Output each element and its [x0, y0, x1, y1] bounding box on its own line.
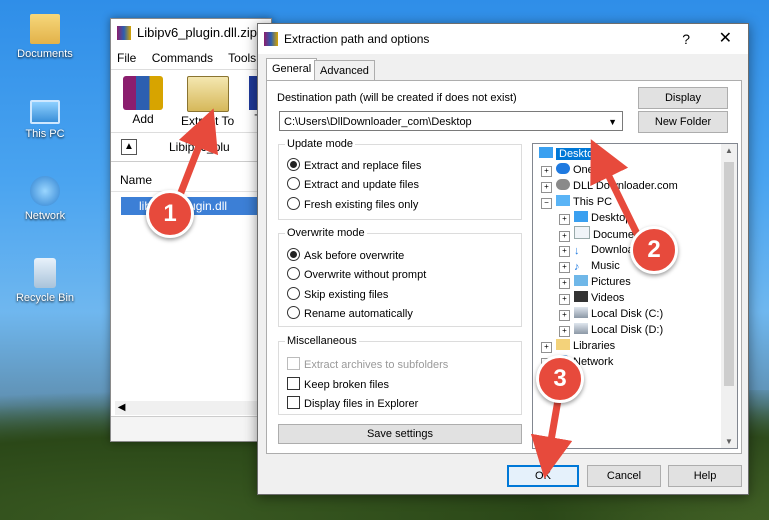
step-badge-1: 1	[146, 190, 194, 238]
step-badge-2: 2	[630, 226, 678, 274]
arrow-step-2	[590, 139, 644, 242]
step-badge-3: 3	[536, 355, 584, 403]
arrow-step-1	[176, 108, 218, 197]
arrow-step-3	[530, 399, 573, 479]
